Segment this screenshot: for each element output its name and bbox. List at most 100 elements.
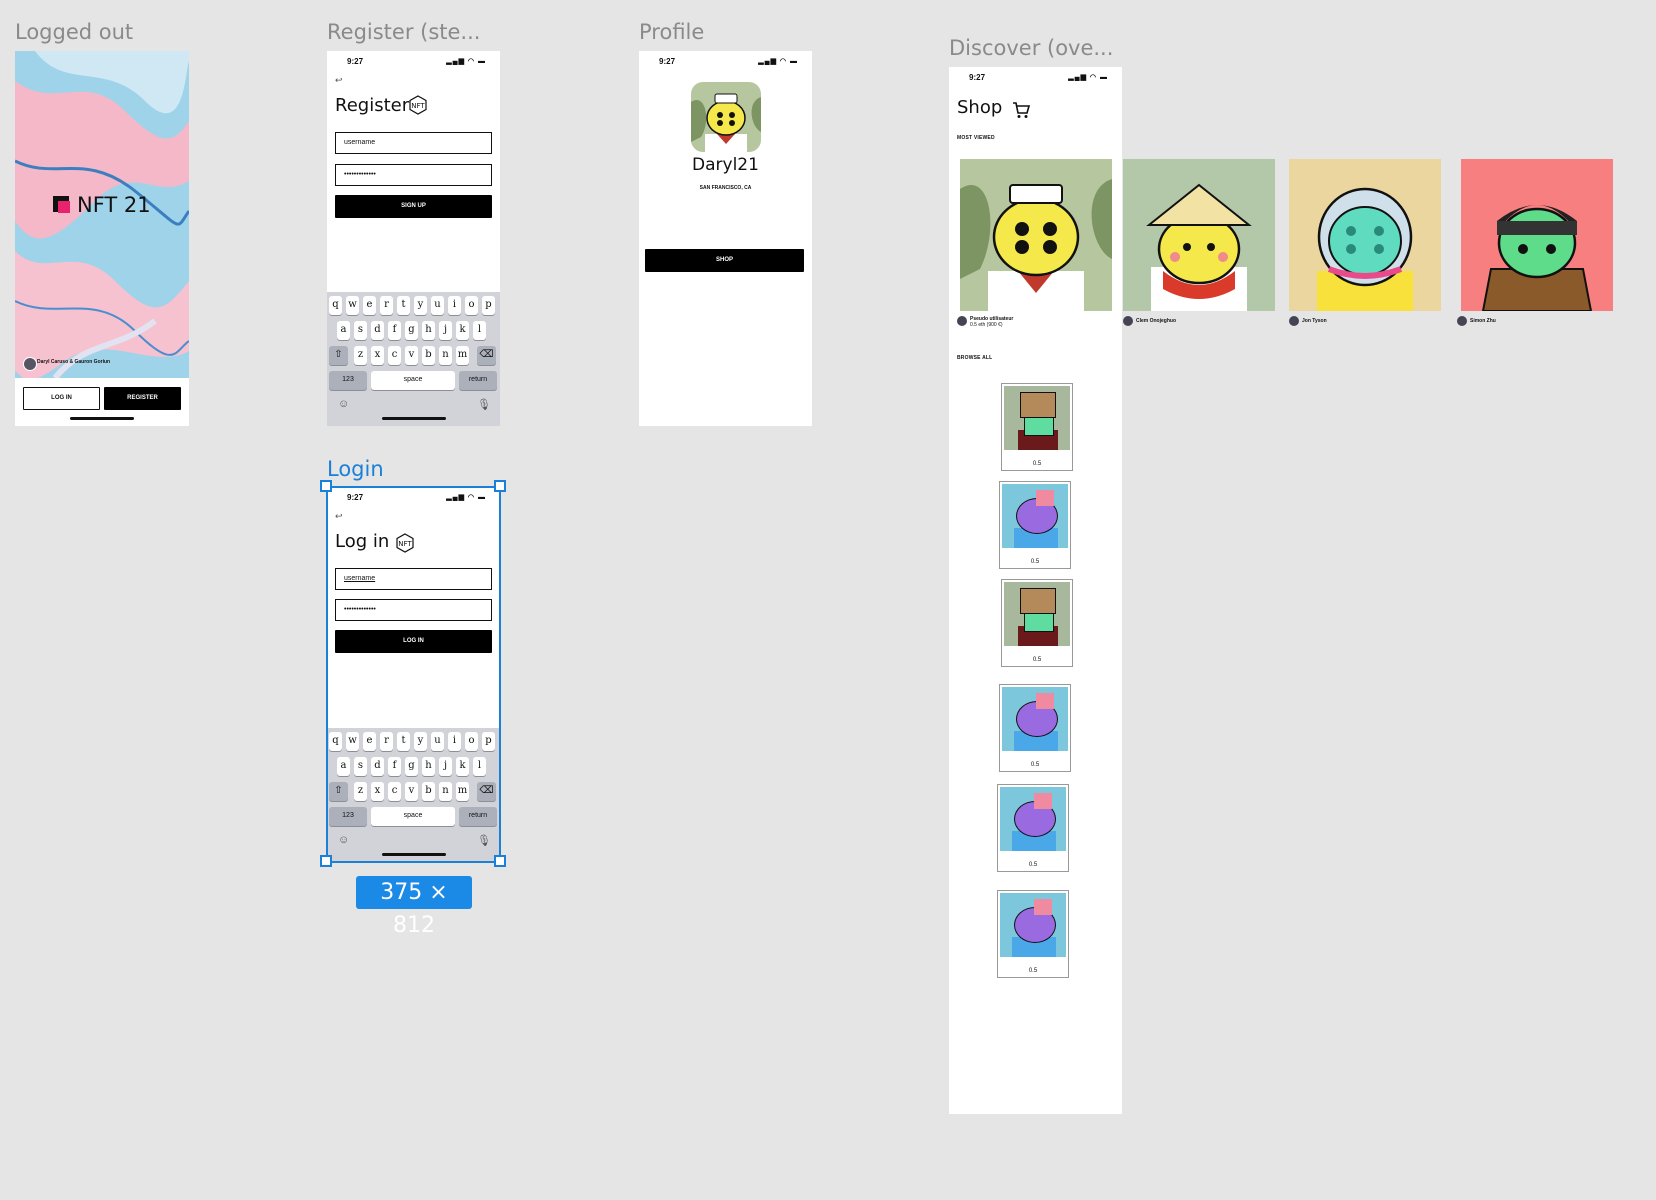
key[interactable]: w bbox=[346, 296, 359, 315]
logo-text: NFT 21 bbox=[77, 193, 151, 217]
profile-avatar bbox=[691, 82, 761, 152]
featured-nft-image[interactable] bbox=[1289, 159, 1441, 311]
key[interactable]: z bbox=[354, 346, 367, 365]
key[interactable]: m bbox=[456, 346, 469, 365]
key[interactable]: a bbox=[337, 321, 350, 340]
browse-card[interactable]: 0.5 bbox=[997, 890, 1069, 978]
home-indicator bbox=[70, 417, 134, 420]
browse-card[interactable]: 0.5 bbox=[1001, 579, 1073, 667]
key[interactable]: i bbox=[448, 296, 461, 315]
key[interactable]: l bbox=[473, 321, 486, 340]
featured-caption: Simon Zhu bbox=[1470, 318, 1496, 324]
frame-register[interactable]: 9:27 ▂▄▆ ◠ ▬ ↩ Register NFT username •••… bbox=[327, 51, 500, 426]
backspace-key-icon[interactable]: ⌫ bbox=[477, 346, 496, 365]
selection-outline bbox=[326, 486, 501, 863]
frame-label-login[interactable]: Login bbox=[327, 457, 384, 481]
featured-nft-image[interactable] bbox=[960, 159, 1112, 311]
browse-price: 0.5 bbox=[1032, 657, 1042, 663]
page-title: Register bbox=[335, 95, 410, 116]
featured-caption: Jon Tyson bbox=[1302, 318, 1327, 324]
status-time: 9:27 bbox=[347, 57, 364, 66]
microphone-icon[interactable]: 🎙 bbox=[477, 398, 491, 411]
featured-price: 0.5 eth (900 €) bbox=[970, 322, 1003, 328]
browse-card[interactable]: 0.5 bbox=[999, 481, 1071, 569]
register-button[interactable]: REGISTER bbox=[104, 387, 181, 410]
nft-box-hat bbox=[1020, 588, 1056, 614]
browse-price: 0.5 bbox=[1032, 461, 1042, 467]
browse-price: 0.5 bbox=[1028, 862, 1038, 868]
frame-logged-out[interactable]: NFT 21 Daryl Caruso & Gauron Goriun LOG … bbox=[15, 51, 189, 426]
key[interactable]: v bbox=[405, 346, 418, 365]
status-bar: 9:27 ▂▄▆ ◠ ▬ bbox=[327, 51, 500, 69]
featured-nft-image[interactable] bbox=[1123, 159, 1275, 311]
browse-card[interactable]: 0.5 bbox=[997, 784, 1069, 872]
nft-thumbnail bbox=[1002, 484, 1068, 548]
numbers-key[interactable]: 123 bbox=[329, 371, 367, 390]
key[interactable]: k bbox=[456, 321, 469, 340]
resize-handle-bottom-right[interactable] bbox=[494, 855, 506, 867]
frame-profile[interactable]: 9:27 ▂▄▆ ◠ ▬ Daryl21 SAN FRANCISCO, CA S… bbox=[639, 51, 812, 426]
key[interactable]: n bbox=[439, 346, 452, 365]
sign-up-button[interactable]: SIGN UP bbox=[335, 195, 492, 218]
frame-discover[interactable]: 9:27 ▂▄▆ ◠ ▬ Shop MOST VIEWED Pseudo uti… bbox=[949, 67, 1613, 1114]
frame-label-discover[interactable]: Discover (ove... bbox=[949, 36, 1113, 60]
key[interactable]: r bbox=[380, 296, 393, 315]
browse-card[interactable]: 0.5 bbox=[999, 684, 1071, 772]
space-key[interactable]: space bbox=[371, 371, 455, 390]
key[interactable]: q bbox=[329, 296, 342, 315]
section-most-viewed: MOST VIEWED bbox=[957, 135, 995, 141]
author-avatar bbox=[1289, 316, 1299, 326]
password-field[interactable]: ••••••••••••• bbox=[335, 164, 492, 186]
shop-button[interactable]: SHOP bbox=[645, 249, 804, 272]
resize-handle-bottom-left[interactable] bbox=[320, 855, 332, 867]
key[interactable]: g bbox=[405, 321, 418, 340]
key[interactable]: j bbox=[439, 321, 452, 340]
svg-text:NFT: NFT bbox=[411, 102, 425, 110]
featured-nft-image[interactable] bbox=[1461, 159, 1613, 311]
key[interactable]: c bbox=[388, 346, 401, 365]
nft-box-hat bbox=[1020, 392, 1056, 418]
frame-label-register[interactable]: Register (ste... bbox=[327, 20, 480, 44]
browse-price: 0.5 bbox=[1030, 762, 1040, 768]
featured-caption: Pseudo utilisateur 0.5 eth (900 €) bbox=[970, 316, 1013, 328]
author-avatar bbox=[957, 316, 967, 326]
return-key[interactable]: return bbox=[459, 371, 497, 390]
featured-caption: Clem Onojeghuo bbox=[1136, 318, 1176, 324]
key[interactable]: h bbox=[422, 321, 435, 340]
key[interactable]: y bbox=[414, 296, 427, 315]
key[interactable]: o bbox=[465, 296, 478, 315]
back-arrow-icon[interactable]: ↩ bbox=[335, 75, 343, 86]
section-browse-all: BROWSE ALL bbox=[957, 355, 993, 361]
profile-name: Daryl21 bbox=[692, 155, 759, 175]
log-in-button[interactable]: LOG IN bbox=[23, 387, 100, 410]
browse-card[interactable]: 0.5 bbox=[1001, 383, 1073, 471]
key[interactable]: b bbox=[422, 346, 435, 365]
key[interactable]: u bbox=[431, 296, 444, 315]
resize-handle-top-left[interactable] bbox=[320, 480, 332, 492]
signal-wifi-battery-icon: ▂▄▆ ◠ ▬ bbox=[1068, 74, 1108, 81]
nft-cone bbox=[1036, 693, 1054, 709]
resize-handle-top-right[interactable] bbox=[494, 480, 506, 492]
photo-credit: Daryl Caruso & Gauron Goriun bbox=[37, 359, 111, 365]
profile-location: SAN FRANCISCO, CA bbox=[699, 185, 752, 191]
key[interactable]: e bbox=[363, 296, 376, 315]
cart-icon[interactable] bbox=[1011, 100, 1031, 120]
key[interactable]: t bbox=[397, 296, 410, 315]
signal-wifi-battery-icon: ▂▄▆ ◠ ▬ bbox=[446, 58, 486, 65]
key[interactable]: f bbox=[388, 321, 401, 340]
key[interactable]: x bbox=[371, 346, 384, 365]
signal-wifi-battery-icon: ▂▄▆ ◠ ▬ bbox=[758, 58, 798, 65]
nft-cone bbox=[1034, 899, 1052, 915]
username-field[interactable]: username bbox=[335, 132, 492, 154]
frame-label-profile[interactable]: Profile bbox=[639, 20, 704, 44]
author-avatar bbox=[1457, 316, 1467, 326]
emoji-icon[interactable]: ☺ bbox=[338, 398, 349, 410]
frame-label-logged-out[interactable]: Logged out bbox=[15, 20, 133, 44]
shift-key-icon[interactable]: ⇧ bbox=[329, 346, 348, 365]
key[interactable]: p bbox=[482, 296, 495, 315]
featured-author: Simon Zhu bbox=[1470, 318, 1496, 324]
key[interactable]: d bbox=[371, 321, 384, 340]
status-time: 9:27 bbox=[659, 57, 676, 66]
credit-avatar bbox=[23, 357, 37, 371]
key[interactable]: s bbox=[354, 321, 367, 340]
